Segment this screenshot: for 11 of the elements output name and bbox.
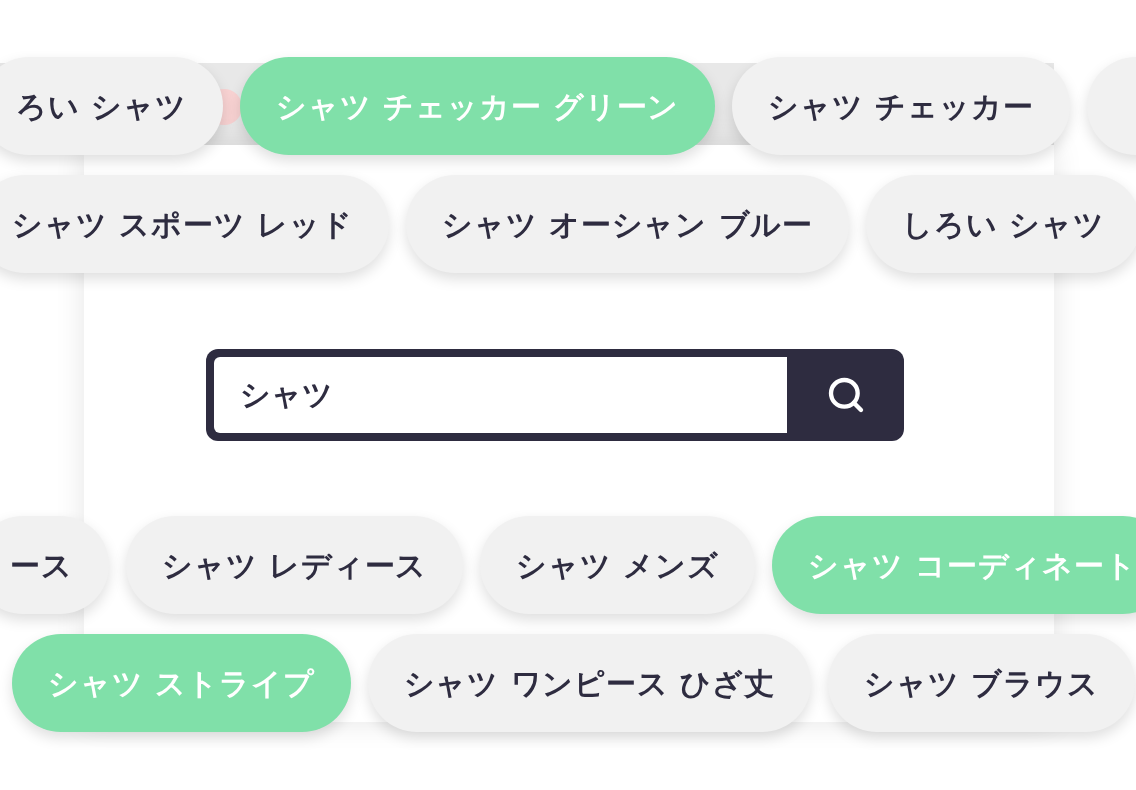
search-field[interactable]: シャツ — [214, 357, 787, 433]
tag-chip[interactable]: シャツ スポーツ レッド — [0, 175, 389, 273]
tag-chip[interactable]: ース — [0, 516, 109, 614]
tag-chip[interactable]: しろい シャツ — [866, 175, 1136, 273]
tag-chip[interactable]: シャツ メンズ — [480, 516, 756, 614]
tag-chip[interactable]: シャツ ブラウス — [828, 634, 1135, 732]
tag-chip[interactable]: シャツ ワンピース ひざ丈 — [367, 634, 812, 732]
tag-chip[interactable]: シャツ チェッカー — [732, 57, 1070, 155]
tag-chip[interactable]: シャツ レディース — [125, 516, 464, 614]
tag-chip[interactable]: ろい シャツ — [0, 57, 223, 155]
tag-chip[interactable]: シャツ オーシャン ブルー — [405, 175, 850, 273]
